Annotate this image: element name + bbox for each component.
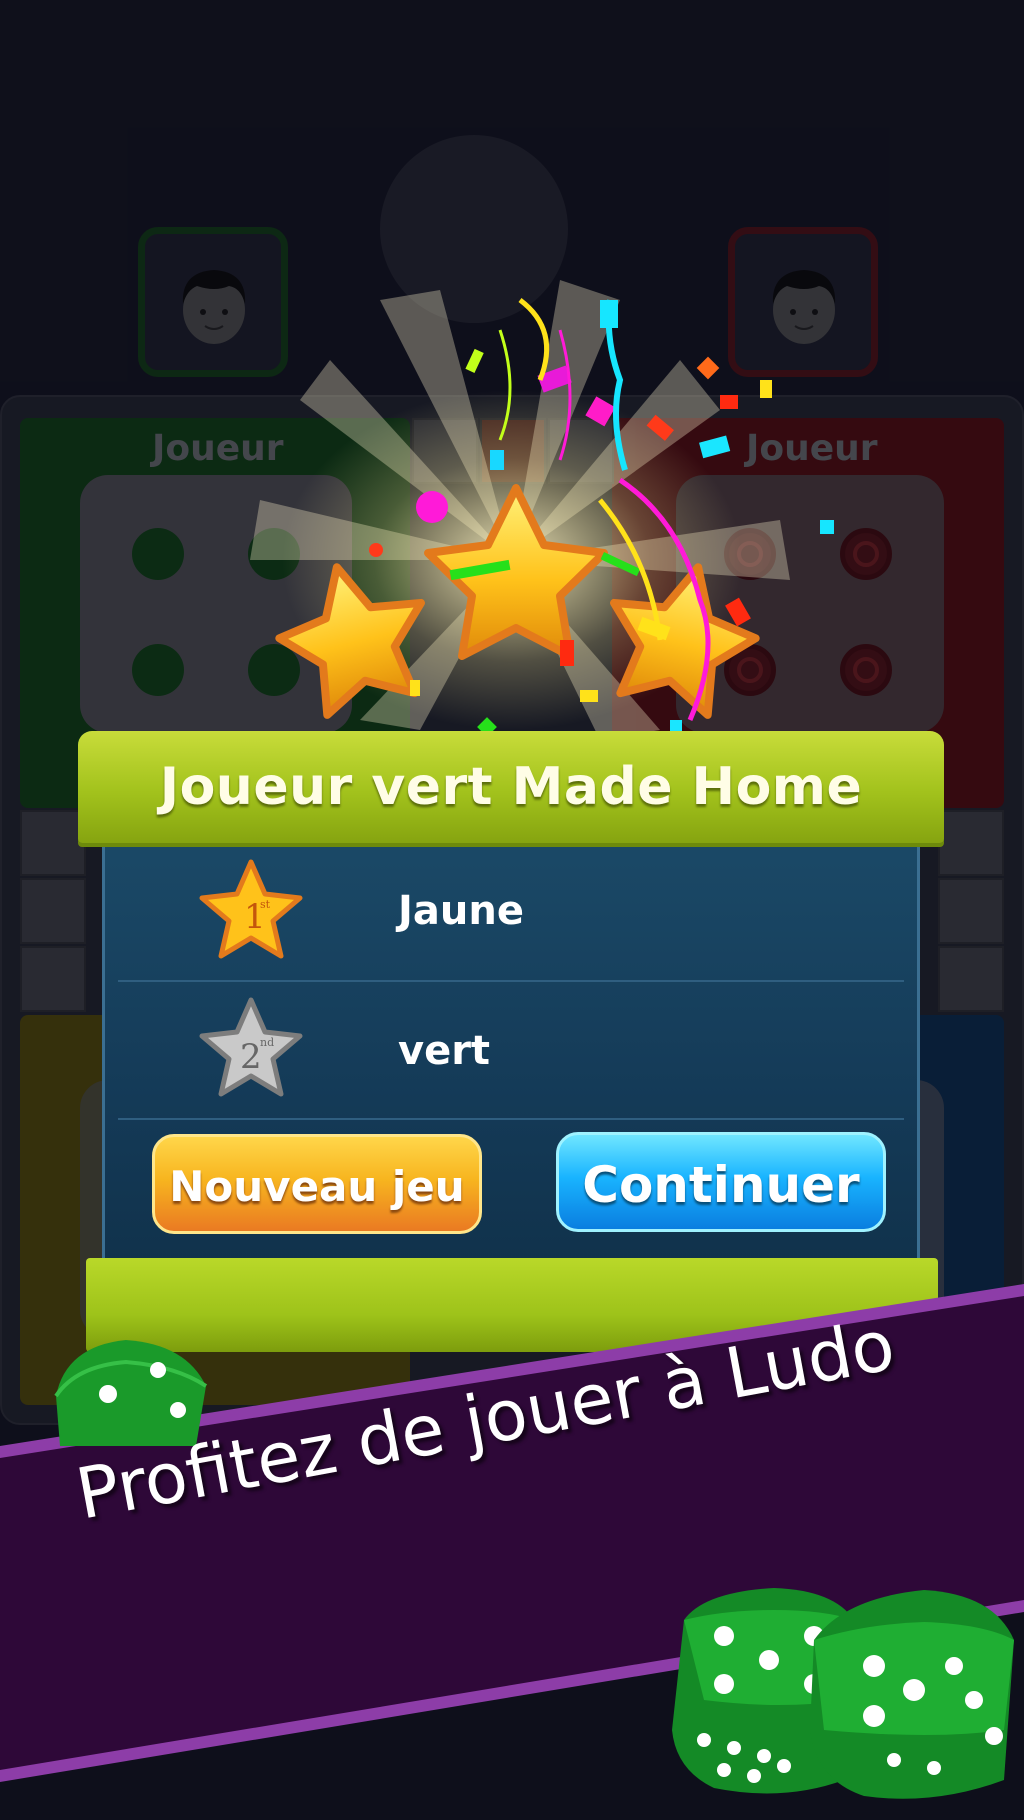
- dice-pair-icon: [672, 1588, 1014, 1799]
- dice-icon: [810, 1590, 1014, 1799]
- promo-ribbon: [0, 1284, 1024, 1782]
